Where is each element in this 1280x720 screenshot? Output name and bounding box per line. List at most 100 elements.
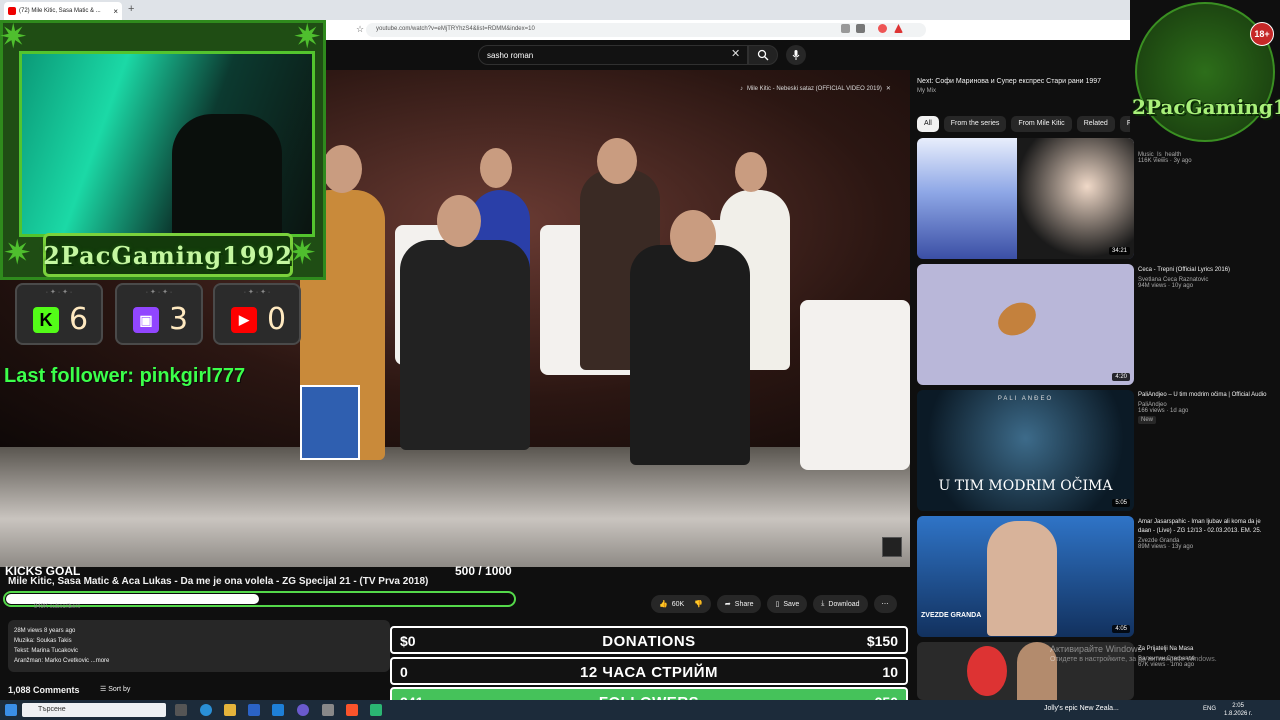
download-label: Download (828, 600, 860, 608)
video-overlay-title: ♪ Mile Kitic - Nebeski sataz (OFFICIAL V… (740, 85, 891, 93)
share-button[interactable]: ➦ Share (716, 595, 762, 613)
close-icon[interactable]: ✕ (886, 85, 891, 92)
youtube-topbar: sasho roman ✕ (326, 40, 1130, 70)
bookmark-icon: ▯ (775, 601, 780, 608)
recommendation-meta[interactable]: Amar Jasarspahic - Iman ljubav ali koma … (1138, 518, 1273, 550)
kicks-goal-count: 500 / 1000 (455, 564, 512, 578)
next-title: Next: Софи Маринова и Супер експрес Стар… (917, 78, 1102, 85)
video-head (480, 148, 512, 188)
obs-icon[interactable] (370, 704, 382, 716)
channel-watermark[interactable] (882, 537, 902, 557)
clock-time: 2:05 (1232, 703, 1244, 709)
clock[interactable]: 2:05 1.8.2026 г. (1224, 702, 1252, 718)
new-badge: New (1138, 416, 1157, 424)
donations-box: $0 DONATIONS $150 (390, 626, 908, 654)
kick-icon: K (33, 307, 59, 333)
thumbs-down-icon[interactable]: 👎 (694, 600, 703, 608)
start-menu-icon[interactable] (5, 704, 17, 716)
microphone-icon (792, 50, 800, 60)
brave-browser-icon[interactable] (346, 704, 358, 716)
search-button[interactable] (748, 45, 778, 65)
video-overlay-title-text: Mile Kitic - Nebeski sataz (OFFICIAL VID… (747, 85, 882, 92)
recommendation-views: 116K views · 3y ago (1138, 158, 1192, 164)
task-view-icon[interactable] (175, 704, 187, 716)
recommendation-meta[interactable]: PaliAndjeo – U tim modrim očima | Offici… (1138, 391, 1273, 424)
recommendation-meta[interactable]: Music_Is_health 116K views · 3y ago (1138, 150, 1273, 164)
store-icon[interactable] (248, 704, 260, 716)
chip-related[interactable]: Related (1076, 116, 1115, 132)
taskbar-search[interactable]: Търсене (22, 703, 166, 717)
thumbnail-butterfly (992, 296, 1042, 342)
like-button[interactable]: 👍 60K 👎 (651, 595, 711, 613)
counter-ornament: · ✦ · ✦ · (45, 289, 73, 296)
thumbnail-text: U TIM MODRIM OČIMA (938, 478, 1113, 494)
file-explorer-icon[interactable] (224, 704, 236, 716)
channel-logo: 18+ 2PacGaming1992 (1130, 0, 1280, 148)
logo-text: 2PacGaming1992 (1132, 95, 1280, 119)
twitch-count: 3 (169, 302, 189, 337)
video-head (437, 195, 481, 247)
filter-chips: All From the series From Mile Kitic Rela… (917, 116, 1130, 134)
recommendation-thumbnail[interactable]: PALI ANĐEO U TIM MODRIM OČIMA 5:05 (917, 390, 1134, 511)
youtube-favicon-icon (8, 7, 16, 15)
chip-for-you[interactable]: For you (1119, 116, 1130, 132)
cast-icon[interactable] (856, 24, 865, 33)
recommendation-title: Ceca - Trepni (Official Lyrics 2016) (1138, 267, 1231, 273)
youtube-counter: · ✦ · ✦ · ▶ 0 (213, 283, 301, 345)
video-stage-floor (0, 447, 910, 567)
new-tab-icon[interactable]: + (128, 3, 134, 15)
description-more[interactable]: ...more (91, 658, 110, 664)
stream-hours-goal: 10 (882, 664, 898, 680)
recommendation-title: Za Prijatelji Na Masa (1138, 646, 1194, 652)
bookmark-icon[interactable]: ☆ (356, 24, 364, 35)
chip-from-series[interactable]: From the series (943, 116, 1007, 132)
sort-by-button[interactable]: ☰ Sort by (100, 685, 130, 693)
address-bar-row: ☆ youtube.com/watch?v=eMjTRYhzS4&list=RD… (326, 20, 1130, 40)
news-widget[interactable]: Jolly's epic New Zeala... (1044, 705, 1119, 712)
leaf-icon: ✷ (3, 234, 32, 272)
thumbnail-figure (967, 646, 1007, 696)
more-icon: ⋯ (881, 601, 889, 608)
more-actions-button[interactable]: ⋯ (873, 595, 897, 613)
download-button[interactable]: ⤓ Download (813, 595, 868, 613)
donations-label: DONATIONS (602, 633, 696, 650)
thumbs-up-icon: 👍 (659, 601, 668, 608)
duration-badge: 4:05 (1112, 625, 1130, 633)
duration-badge: 4:20 (1112, 373, 1130, 381)
streamer (172, 114, 282, 234)
thumbnail-top-text: PALI ANĐEO (997, 396, 1054, 402)
recommendation-thumbnail[interactable]: 4:20 (917, 264, 1134, 385)
mail-icon[interactable] (272, 704, 284, 716)
video-description[interactable]: 28M views 8 years ago Muzika: Soukas Tak… (8, 620, 390, 672)
clear-search-icon[interactable]: ✕ (731, 47, 740, 60)
video-actions: 👍 60K 👎 ➦ Share ▯ Save ⤓ Download ⋯ (651, 595, 897, 613)
recommendation-meta[interactable]: Ceca - Trepni (Official Lyrics 2016) Sve… (1138, 266, 1273, 289)
app-icon[interactable] (322, 704, 334, 716)
language-indicator[interactable]: ENG (1203, 706, 1216, 712)
app-icon[interactable] (297, 704, 309, 716)
voice-search-button[interactable] (786, 45, 806, 65)
donations-goal: $150 (866, 633, 898, 649)
counter-ornament: · ✦ · ✦ · (145, 289, 173, 296)
brave-shield-icon[interactable] (878, 24, 887, 33)
search-input[interactable]: sasho roman (478, 45, 748, 65)
edge-icon[interactable] (200, 704, 212, 716)
share-label: Share (734, 600, 754, 608)
music-note-icon: ♪ (740, 85, 743, 92)
save-button[interactable]: ▯ Save (767, 595, 808, 613)
webcam-feed (19, 51, 315, 237)
description-views: 28M views 8 years ago (14, 628, 76, 634)
recommendation-title: Amar Jasarspahic - Iman ljubav ali koma … (1138, 519, 1262, 534)
translate-icon[interactable] (841, 24, 850, 33)
webcam-brand-banner: 2PacGaming1992 (43, 233, 293, 277)
video-person (400, 240, 530, 450)
next-up-panel[interactable]: Next: Софи Маринова и Супер експрес Стар… (917, 78, 1130, 106)
recommendation-thumbnail[interactable]: 34:21 (917, 138, 1134, 259)
tab-title: (72) Mile Kitic, Sasa Matic & ... (19, 8, 101, 14)
youtube-icon: ▶ (231, 307, 257, 333)
recommendation-thumbnail[interactable]: ZVEZDE GRANDA 4:05 (917, 516, 1134, 637)
chip-all[interactable]: All (917, 116, 939, 132)
close-tab-icon[interactable]: × (113, 7, 118, 16)
chip-from-artist[interactable]: From Mile Kitic (1011, 116, 1072, 132)
duration-badge: 5:05 (1112, 499, 1130, 507)
